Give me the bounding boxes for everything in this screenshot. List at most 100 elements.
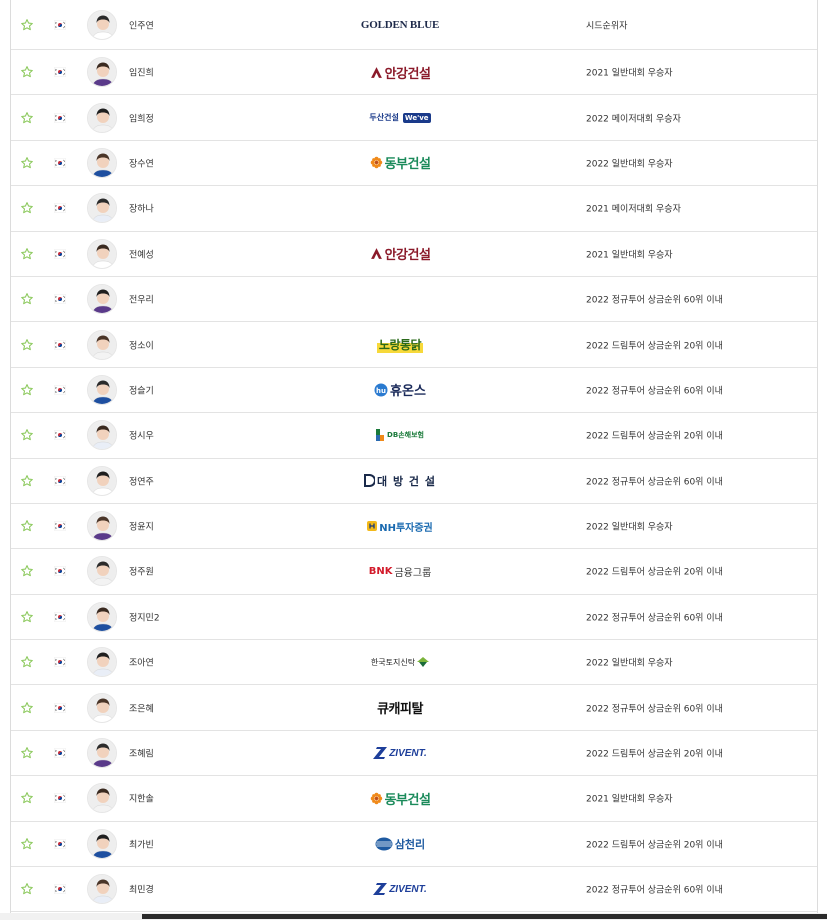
horizontal-scrollbar[interactable] — [0, 913, 827, 920]
avatar[interactable] — [87, 647, 117, 678]
player-name[interactable]: 정윤지 — [129, 520, 154, 533]
favorite-star-icon[interactable] — [20, 746, 34, 760]
favorite-star-icon[interactable] — [20, 791, 34, 805]
qualification-text: 2022 정규투어 상금순위 60위 이내 — [586, 885, 723, 896]
favorite-star-icon[interactable] — [20, 18, 34, 32]
korea-flag-icon — [54, 657, 66, 667]
sponsor-cell: ZIVENT. — [310, 743, 490, 763]
korea-flag-icon — [54, 20, 66, 29]
player-name[interactable]: 정소이 — [129, 338, 154, 351]
sponsor-logo: NH투자증권 — [367, 519, 433, 534]
player-name[interactable]: 정연주 — [129, 474, 154, 487]
favorite-star-icon[interactable] — [20, 201, 34, 215]
sponsor-cell — [310, 198, 490, 218]
player-name[interactable]: 최민경 — [129, 883, 154, 896]
sponsor-cell: GOLDEN BLUE — [310, 15, 490, 35]
qualification-text: 2022 정규투어 상금순위 60위 이내 — [586, 295, 723, 306]
avatar[interactable] — [87, 329, 117, 360]
favorite-star-icon[interactable] — [20, 474, 34, 488]
sponsor-cell: 두산건설 We've — [310, 108, 490, 128]
favorite-star-icon[interactable] — [20, 428, 34, 442]
table-row: 전예성 안강건설 2021 일반대회 우승자 — [11, 232, 817, 277]
favorite-star-icon[interactable] — [20, 519, 34, 533]
player-name[interactable]: 임진희 — [129, 66, 154, 79]
qualification-text: 2022 드림투어 상금순위 20위 이내 — [586, 749, 723, 760]
ahn-mark-icon — [370, 66, 382, 78]
sponsor-cell: 한국토지신탁 — [310, 652, 490, 672]
player-name[interactable]: 정지민2 — [129, 610, 160, 623]
player-name[interactable]: 장수연 — [129, 156, 154, 169]
avatar[interactable] — [87, 374, 117, 405]
korea-flag-icon — [54, 703, 66, 713]
avatar[interactable] — [87, 556, 117, 587]
table-row: 임희정 두산건설 We've 2022 메이저대회 우승자 — [11, 95, 817, 141]
player-name[interactable]: 정주원 — [129, 565, 154, 578]
table-row: 정지민2 2022 정규투어 상금순위 60위 이내 — [11, 595, 817, 641]
flower-icon — [370, 792, 382, 805]
qualification-text: 2021 메이저대회 우승자 — [586, 204, 681, 215]
zivent-mark-icon — [373, 747, 388, 760]
avatar[interactable] — [87, 783, 117, 814]
player-name[interactable]: 지한솔 — [129, 792, 154, 805]
favorite-star-icon[interactable] — [20, 338, 34, 352]
sponsor-cell: 동부건설 — [310, 153, 490, 173]
avatar[interactable] — [87, 284, 117, 315]
avatar[interactable] — [87, 147, 117, 178]
avatar[interactable] — [87, 102, 117, 133]
player-name[interactable]: 임희정 — [129, 111, 154, 124]
scrollbar-thumb[interactable] — [142, 914, 827, 919]
favorite-star-icon[interactable] — [20, 292, 34, 306]
avatar[interactable] — [87, 9, 117, 40]
player-list: 인주연 GOLDEN BLUE 시드순위자 임진희 안강건설 2021 일반대회… — [10, 0, 818, 913]
samchully-mark-icon — [375, 837, 393, 851]
player-name[interactable]: 장하나 — [129, 202, 154, 215]
avatar[interactable] — [87, 193, 117, 224]
avatar[interactable] — [87, 692, 117, 723]
avatar[interactable] — [87, 874, 117, 905]
player-name[interactable]: 조은혜 — [129, 701, 154, 714]
db-mark-icon — [376, 429, 385, 442]
favorite-star-icon[interactable] — [20, 111, 34, 125]
player-name[interactable]: 최가빈 — [129, 837, 154, 850]
player-name[interactable]: 전예성 — [129, 247, 154, 260]
favorite-star-icon[interactable] — [20, 882, 34, 896]
favorite-star-icon[interactable] — [20, 610, 34, 624]
zivent-mark-icon — [373, 883, 388, 896]
sponsor-logo: 큐캐피탈 — [377, 702, 423, 718]
avatar[interactable] — [87, 738, 117, 769]
favorite-star-icon[interactable] — [20, 655, 34, 669]
favorite-star-icon[interactable] — [20, 247, 34, 261]
qualification-text: 2022 메이저대회 우승자 — [586, 114, 681, 125]
player-name[interactable]: 조혜림 — [129, 747, 154, 760]
avatar[interactable] — [87, 465, 117, 496]
favorite-star-icon[interactable] — [20, 701, 34, 715]
korea-flag-icon — [54, 748, 66, 758]
table-row: 장하나 2021 메이저대회 우승자 — [11, 186, 817, 232]
favorite-star-icon[interactable] — [20, 383, 34, 397]
player-name[interactable]: 인주연 — [129, 18, 154, 31]
sponsor-logo: 동부건설 — [370, 789, 431, 808]
avatar[interactable] — [87, 238, 117, 269]
player-name[interactable]: 정슬기 — [129, 383, 154, 396]
sponsor-logo: 안강건설 — [370, 244, 431, 263]
flower-icon — [370, 157, 382, 169]
table-row: 정연주 대 방 건 설 2022 정규투어 상금순위 60위 이내 — [11, 459, 817, 504]
player-name[interactable]: 조아연 — [129, 656, 154, 669]
avatar[interactable] — [87, 511, 117, 542]
favorite-star-icon[interactable] — [20, 156, 34, 170]
korea-flag-icon — [54, 113, 66, 123]
favorite-star-icon[interactable] — [20, 837, 34, 851]
player-name[interactable]: 전우리 — [129, 293, 154, 306]
avatar[interactable] — [87, 828, 117, 859]
avatar[interactable] — [87, 57, 117, 88]
favorite-star-icon[interactable] — [20, 65, 34, 79]
favorite-star-icon[interactable] — [20, 564, 34, 578]
avatar[interactable] — [87, 420, 117, 451]
sponsor-logo: 한국토지신탁 — [371, 657, 430, 668]
sponsor-cell: 대 방 건 설 — [310, 471, 490, 491]
avatar[interactable] — [87, 601, 117, 632]
table-row: 조은혜 큐캐피탈 2022 정규투어 상금순위 60위 이내 — [11, 685, 817, 731]
daebang-mark-icon — [364, 474, 376, 488]
korea-flag-icon — [54, 430, 66, 440]
player-name[interactable]: 정시우 — [129, 429, 154, 442]
